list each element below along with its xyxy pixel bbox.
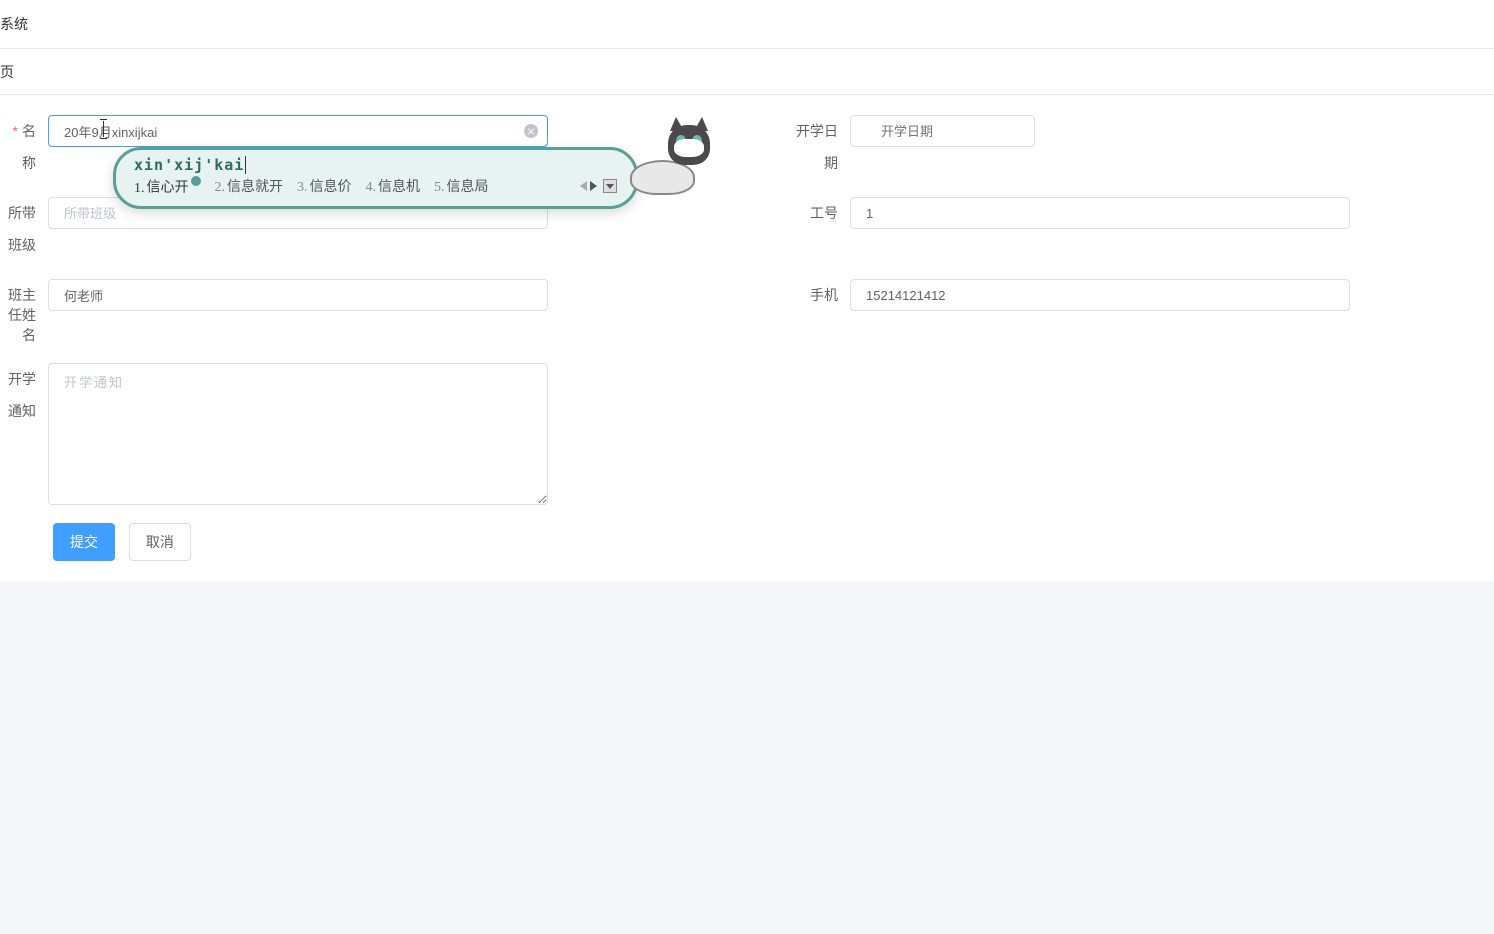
- ime-candidate-4[interactable]: 4.信息机: [366, 176, 421, 196]
- phone-input[interactable]: [850, 279, 1350, 311]
- notice-label: 开学通知: [0, 363, 48, 427]
- teacher-label: 班主任姓名: [0, 279, 48, 345]
- ime-popup: xin'xij'kai 1.信心开 2.信息就开 3.信息价 4.信息机 5.信…: [113, 147, 638, 209]
- header-bar: 系统: [0, 0, 1494, 49]
- breadcrumb-bar: 页: [0, 49, 1494, 95]
- name-label: 名称: [0, 115, 48, 179]
- class-label: 所带班级: [0, 197, 48, 261]
- workid-input[interactable]: [850, 197, 1350, 229]
- ime-candidate-2[interactable]: 2.信息就开: [215, 176, 284, 196]
- ime-candidate-5[interactable]: 5.信息局: [434, 176, 489, 196]
- open-date-input[interactable]: [850, 115, 1035, 147]
- ime-mascot-icon: [630, 125, 720, 200]
- phone-label: 手机: [790, 279, 850, 311]
- ime-candidates: 1.信心开 2.信息就开 3.信息价 4.信息机 5.信息局: [134, 176, 617, 197]
- teacher-input[interactable]: [48, 279, 548, 311]
- ime-candidate-1[interactable]: 1.信心开: [134, 176, 201, 197]
- clear-icon[interactable]: [524, 124, 538, 138]
- name-input[interactable]: [48, 115, 548, 147]
- next-page-icon[interactable]: [590, 181, 597, 191]
- cloud-icon: [191, 176, 201, 186]
- prev-page-icon[interactable]: [580, 181, 587, 191]
- cancel-button[interactable]: 取消: [129, 523, 191, 561]
- ime-dropdown-button[interactable]: [603, 179, 617, 193]
- ime-pinyin: xin'xij'kai: [134, 156, 617, 174]
- header-title: 系统: [0, 16, 28, 32]
- breadcrumb[interactable]: 页: [0, 64, 14, 80]
- notice-textarea[interactable]: [48, 363, 548, 505]
- ime-nav: [580, 179, 617, 193]
- chevron-down-icon: [606, 184, 614, 189]
- open-date-label: 开学日期: [790, 115, 850, 179]
- workid-label: 工号: [790, 197, 850, 229]
- ime-candidate-3[interactable]: 3.信息价: [297, 176, 352, 196]
- submit-button[interactable]: 提交: [53, 523, 115, 561]
